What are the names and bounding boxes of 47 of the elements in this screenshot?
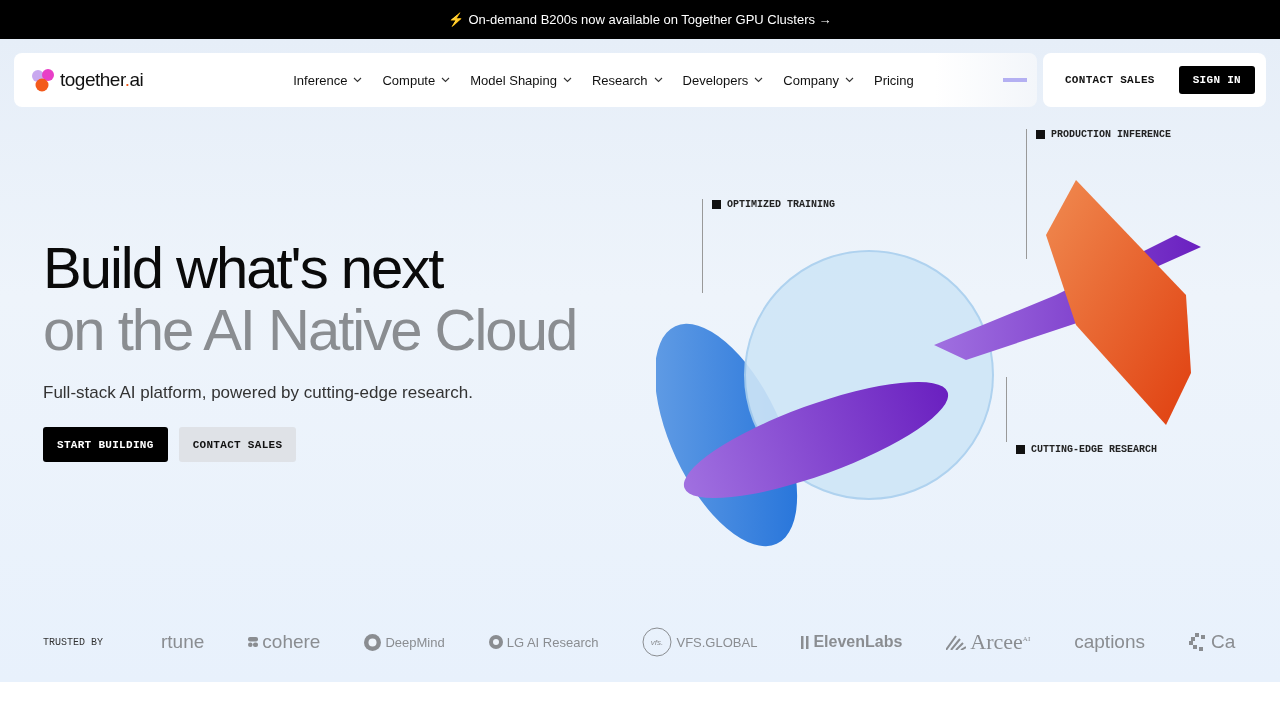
lg-logo-icon [488,635,503,649]
chevron-down-icon [441,77,451,83]
company-logo-text: Arcee$^{AI}$ [970,629,1031,655]
chevron-down-icon [754,77,764,83]
chevron-down-icon [353,77,363,83]
stripes-icon [946,634,967,650]
trusted-by-label: TRUSTED BY [43,636,104,648]
contact-sales-button[interactable]: CONTACT SALES [178,427,297,462]
pause-bars-icon [801,635,810,649]
cohere-logo-icon [248,637,259,647]
chevron-down-icon [562,77,572,83]
sign-in-button[interactable]: SIGN IN [1178,66,1255,94]
vfs-logo-icon: vfs. [642,627,673,657]
start-building-button[interactable]: START BUILDING [43,427,168,462]
company-logo-text: captions [1074,631,1145,653]
chevron-down-icon [653,77,663,83]
nav-menu-item[interactable]: Model Shaping [470,72,572,88]
callout-label: CUTTING-EDGE RESEARCH [1031,444,1158,455]
company-logo-text: VFS.GLOBAL [676,634,758,650]
nav-menu-item[interactable]: Compute [382,72,451,88]
nav-menu-item[interactable]: Company [783,72,854,88]
pixel-logo-icon [1189,633,1207,651]
lightning-icon: ⚡ [448,12,465,27]
nav-menu-item[interactable]: Research [591,72,663,88]
accent-dash-icon [1003,78,1027,82]
company-logo-text: Ca [1211,631,1236,653]
hero-subtitle: Full-stack AI platform, powered by cutting-edge research. [43,383,474,403]
company-logo-text: cohere [262,631,321,653]
chevron-down-icon [845,77,854,83]
contact-sales-button[interactable]: CONTACT SALES [1050,62,1169,98]
company-logo-text: rtune [161,631,205,653]
nav-menu-item[interactable]: Pricing [874,72,914,88]
company-logo-text: DeepMind [385,634,445,650]
square-bullet-icon [712,200,721,209]
callout-label: PRODUCTION INFERENCE [1051,129,1172,140]
logo-wordmark[interactable]: together.ai [60,69,144,91]
logo-icon [32,68,56,92]
square-bullet-icon [1016,445,1025,454]
announcement-link[interactable]: On-demand B200s now available on Together GPU Clusters → [468,12,832,27]
nav-menu-item[interactable]: Inference [293,72,363,88]
callout-label: OPTIMIZED TRAINING [727,199,836,210]
hero-heading: Build what's next on the AI Native Cloud [43,237,578,361]
company-logo-text: LG AI Research [506,634,599,650]
nav-menu-item[interactable]: Developers [682,72,764,88]
company-logo-text: ElevenLabs [813,633,903,651]
square-bullet-icon [1036,130,1045,139]
deepmind-logo-icon [364,633,382,651]
